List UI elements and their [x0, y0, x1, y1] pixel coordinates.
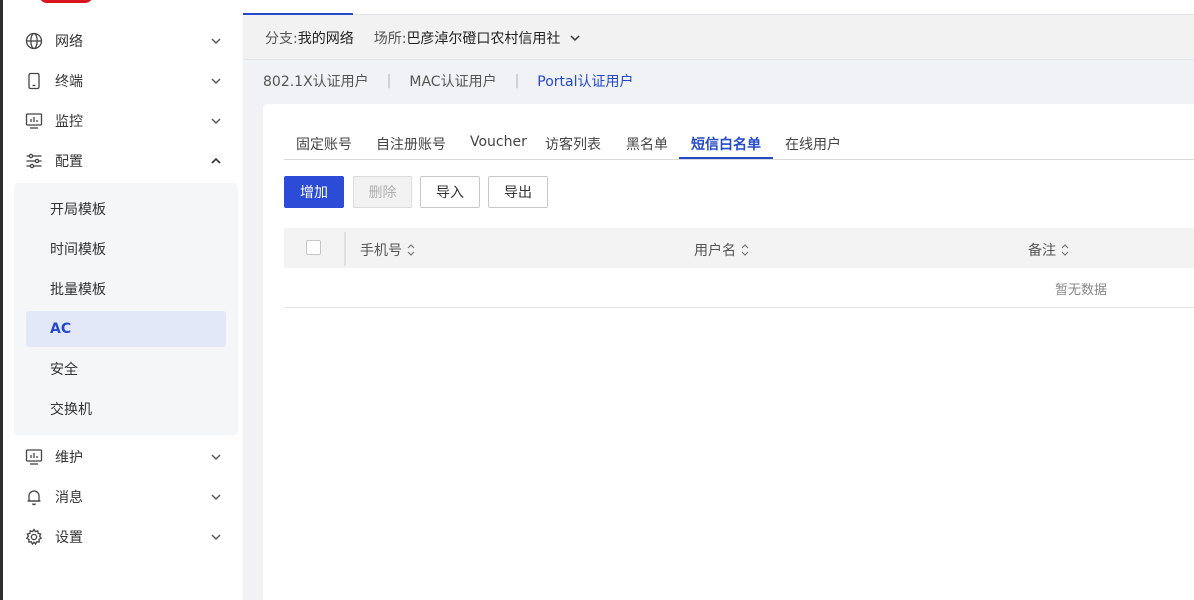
- column-divider: [344, 232, 346, 266]
- submenu-item-switch[interactable]: 交换机: [26, 391, 226, 427]
- tab-separator: |: [386, 73, 392, 89]
- sidebar-item-label: 维护: [55, 450, 83, 466]
- chevron-down-icon: [211, 38, 221, 44]
- sidebar-item-maintenance[interactable]: 维护: [3, 437, 243, 477]
- submenu-item-startup-template[interactable]: 开局模板: [26, 191, 226, 227]
- submenu-item-ac[interactable]: AC: [26, 311, 226, 347]
- delete-button[interactable]: 删除: [353, 176, 412, 208]
- submenu-item-security[interactable]: 安全: [26, 351, 226, 387]
- chevron-down-icon: [211, 454, 221, 460]
- column-header-label: 手机号: [360, 243, 402, 259]
- tab-online-users[interactable]: 在线用户: [785, 134, 841, 154]
- tab-fixed-account[interactable]: 固定账号: [296, 134, 352, 154]
- tab-voucher[interactable]: Voucher: [470, 134, 527, 150]
- active-tab-underline: [679, 157, 773, 159]
- monitor-chart-icon: [25, 113, 43, 129]
- chevron-down-icon: [211, 78, 221, 84]
- tab-8021x-users[interactable]: 802.1X认证用户: [263, 71, 369, 91]
- tab-blacklist[interactable]: 黑名单: [626, 134, 668, 154]
- sidebar-item-label: 监控: [55, 114, 83, 130]
- bell-icon: [27, 490, 41, 506]
- export-button[interactable]: 导出: [488, 176, 548, 208]
- sidebar-item-label: 设置: [55, 530, 83, 546]
- table-empty-row: 暂无数据: [284, 268, 1194, 308]
- column-header-label: 备注: [1028, 243, 1056, 259]
- sidebar-item-settings[interactable]: 设置: [3, 517, 243, 557]
- tab-sms-whitelist[interactable]: 短信白名单: [691, 134, 761, 154]
- branch-value[interactable]: 我的网络: [298, 28, 354, 48]
- sort-icon[interactable]: [740, 242, 750, 258]
- tab-mac-users[interactable]: MAC认证用户: [409, 71, 496, 91]
- submenu-item-time-template[interactable]: 时间模板: [26, 231, 226, 267]
- sort-icon[interactable]: [1060, 242, 1070, 258]
- top-tab-active-indicator[interactable]: [243, 0, 353, 15]
- monitor-chart-icon: [25, 449, 43, 465]
- chevron-up-icon: [211, 157, 221, 164]
- chevron-down-icon: [211, 534, 221, 540]
- tab-portal-users[interactable]: Portal认证用户: [537, 71, 633, 91]
- sort-icon[interactable]: [406, 242, 416, 258]
- branch-label: 分支:: [265, 30, 298, 47]
- portal-sub-tabs: 固定账号 自注册账号 Voucher 访客列表 黑名单 短信白名单 在线用户: [284, 126, 1194, 160]
- sidebar-item-label: 终端: [55, 74, 83, 90]
- sidebar-item-network[interactable]: 网络: [3, 21, 243, 61]
- tab-visitor-list[interactable]: 访客列表: [545, 134, 601, 154]
- tab-separator: |: [514, 73, 520, 89]
- config-submenu: 开局模板 时间模板 批量模板 AC 安全 交换机: [14, 183, 238, 435]
- auth-type-tabs: 802.1X认证用户 | MAC认证用户 | Portal认证用户: [243, 61, 1194, 101]
- column-header-phone[interactable]: 手机号: [360, 240, 416, 260]
- content-card: 固定账号 自注册账号 Voucher 访客列表 黑名单 短信白名单 在线用户 增…: [263, 104, 1194, 600]
- column-header-label: 用户名: [694, 243, 736, 259]
- sidebar-item-config[interactable]: 配置: [3, 141, 243, 181]
- globe-icon: [25, 32, 43, 50]
- sidebar-item-messages[interactable]: 消息: [3, 477, 243, 517]
- sidebar-item-terminal[interactable]: 终端: [3, 61, 243, 101]
- sidebar-item-label: 配置: [55, 154, 83, 170]
- sidebar-item-label: 网络: [55, 34, 83, 50]
- import-button[interactable]: 导入: [420, 176, 480, 208]
- site-value[interactable]: 巴彦淖尔磴口农村信用社: [406, 28, 560, 48]
- site-label: 场所:: [373, 30, 407, 47]
- add-button[interactable]: 增加: [284, 176, 344, 208]
- chevron-down-icon: [211, 494, 221, 500]
- table-header: 手机号 用户名 备注: [284, 228, 1194, 268]
- chevron-down-icon: [211, 118, 221, 124]
- chevron-down-icon[interactable]: [568, 31, 582, 45]
- sidebar: 网络 终端 监控 配置 开局模板 时间模板 批量模板 AC 安全 交换机 维护 …: [0, 0, 243, 600]
- sliders-icon: [26, 153, 42, 169]
- gear-icon: [25, 528, 43, 546]
- submenu-item-batch-template[interactable]: 批量模板: [26, 271, 226, 307]
- top-tab-strip: [243, 0, 1194, 15]
- empty-state-text: 暂无数据: [1055, 283, 1108, 298]
- column-header-username[interactable]: 用户名: [694, 240, 750, 260]
- sidebar-item-label: 消息: [55, 490, 83, 506]
- select-all-checkbox[interactable]: [306, 240, 321, 255]
- tab-self-register[interactable]: 自注册账号: [376, 134, 446, 154]
- sidebar-item-monitor[interactable]: 监控: [3, 101, 243, 141]
- location-bar: 分支: 我的网络 场所: 巴彦淖尔磴口农村信用社: [243, 16, 1194, 60]
- phone-icon: [28, 72, 40, 90]
- brand-logo: [39, 0, 93, 3]
- column-header-remark[interactable]: 备注: [1028, 240, 1070, 260]
